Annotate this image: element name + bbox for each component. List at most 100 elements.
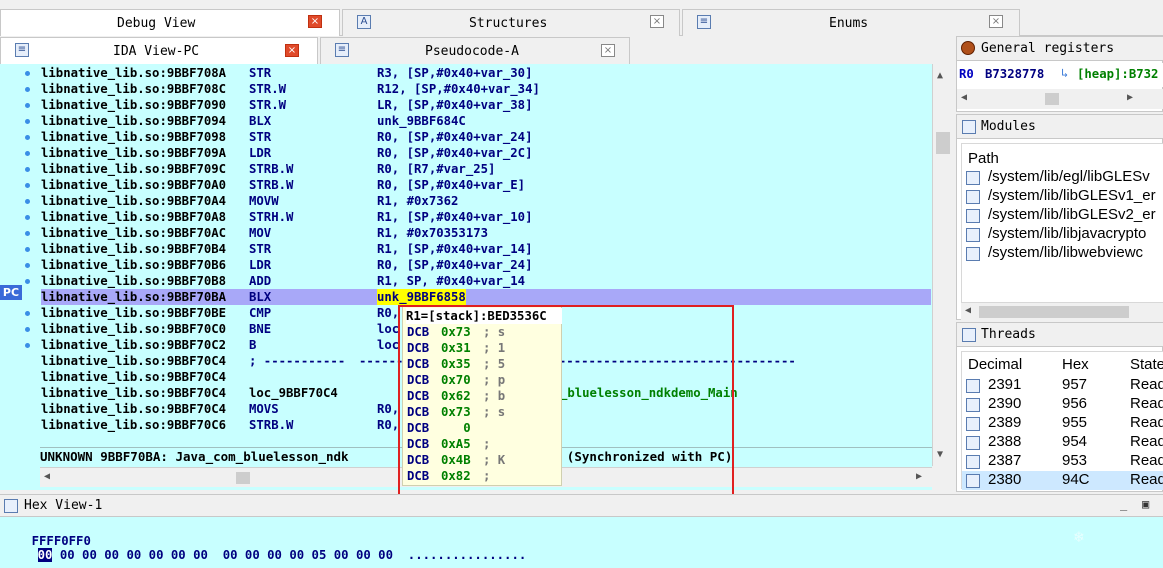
scroll-thumb[interactable] xyxy=(1045,93,1059,105)
thread-hex[interactable]: 953 xyxy=(1062,452,1087,469)
column-header-state[interactable]: State xyxy=(1130,356,1163,373)
thread-hex[interactable]: 954 xyxy=(1062,433,1087,450)
breakpoint-dot-icon[interactable] xyxy=(25,71,30,76)
module-path[interactable]: /system/lib/libwebviewc xyxy=(988,244,1143,261)
breakpoint-dot-icon[interactable] xyxy=(25,103,30,108)
close-icon[interactable]: × xyxy=(601,44,615,57)
threads-table[interactable]: Decimal Hex State 2391 957 Read 2390 956 Read… xyxy=(961,351,1163,490)
thread-dec[interactable]: 2387 xyxy=(988,452,1021,469)
disasm-operands[interactable]: R0, [R7,#var_25] xyxy=(377,161,495,177)
disasm-operands[interactable]: R0, [SP,#0x40+var_24] xyxy=(377,129,532,145)
scroll-left-icon[interactable]: ◀ xyxy=(965,305,971,316)
disasm-operands[interactable]: LR, [SP,#0x40+var_38] xyxy=(377,97,532,113)
disasm-operands[interactable]: unk_9BBF6858 xyxy=(377,289,466,305)
close-icon[interactable]: × xyxy=(989,15,1003,28)
disasm-operands[interactable]: R0, [SP,#0x40+var_E] xyxy=(377,177,525,193)
column-header-decimal[interactable]: Decimal xyxy=(968,356,1022,373)
disasm-operands[interactable]: R1, #0x7362 xyxy=(377,193,458,209)
thread-state[interactable]: Read xyxy=(1130,414,1163,431)
disasm-operands[interactable]: R12, [SP,#0x40+var_34] xyxy=(377,81,540,97)
scroll-thumb[interactable] xyxy=(936,132,950,154)
close-icon[interactable]: × xyxy=(308,15,322,28)
thread-state[interactable]: Read xyxy=(1130,376,1163,393)
disasm-operands[interactable]: R1, [SP,#0x40+var_10] xyxy=(377,209,532,225)
thread-dec[interactable]: 2391 xyxy=(988,376,1021,393)
disasm-operands[interactable]: R1, #0x70353173 xyxy=(377,225,488,241)
thread-dec[interactable]: 2380 xyxy=(988,471,1021,488)
tab-ida-view-pc[interactable]: ≡ IDA View-PC × xyxy=(0,37,318,64)
disasm-operands[interactable]: R0, xyxy=(377,401,399,417)
breakpoint-dot-icon[interactable] xyxy=(25,135,30,140)
module-path[interactable]: /system/lib/libGLESv2_er xyxy=(988,206,1156,223)
disasm-operands[interactable]: R0, xyxy=(377,417,399,433)
breakpoint-dot-icon[interactable] xyxy=(25,87,30,92)
disasm-operands[interactable]: R3, [SP,#0x40+var_30] xyxy=(377,65,532,81)
minimize-icon[interactable]: _ xyxy=(1120,497,1127,511)
thread-state[interactable]: Read xyxy=(1130,452,1163,469)
module-path[interactable]: /system/lib/libjavacrypto xyxy=(988,225,1146,242)
breakpoint-dot-icon[interactable] xyxy=(25,119,30,124)
thread-state[interactable]: Read xyxy=(1130,433,1163,450)
breakpoint-dot-icon[interactable] xyxy=(25,263,30,268)
breakpoint-dot-icon[interactable] xyxy=(25,311,30,316)
breakpoint-dot-icon[interactable] xyxy=(25,247,30,252)
disasm-vertical-scrollbar[interactable]: ▲ ▼ xyxy=(932,64,953,466)
register-target[interactable]: [heap]:B732 xyxy=(1077,67,1158,81)
scroll-left-icon[interactable]: ◀ xyxy=(961,92,967,103)
thread-hex[interactable]: 94C xyxy=(1062,471,1090,488)
hex-cursor-byte[interactable]: 00 xyxy=(37,548,53,562)
scroll-down-icon[interactable]: ▼ xyxy=(937,449,943,460)
tab-enums[interactable]: ≡ Enums × xyxy=(682,9,1020,36)
disasm-operands[interactable]: R0, xyxy=(377,305,399,321)
thread-hex[interactable]: 955 xyxy=(1062,414,1087,431)
close-icon[interactable]: × xyxy=(650,15,664,28)
breakpoint-dot-icon[interactable] xyxy=(25,279,30,284)
disasm-operands[interactable]: R0, [SP,#0x40+var_2C] xyxy=(377,145,532,161)
modules-list[interactable]: Path /system/lib/egl/libGLESv/system/lib… xyxy=(961,143,1163,303)
thread-state[interactable]: Read xyxy=(1130,471,1163,488)
disasm-mnemonic: LDR xyxy=(249,258,272,272)
tab-debug-view[interactable]: Debug View × xyxy=(0,9,340,36)
thread-dec[interactable]: 2390 xyxy=(988,395,1021,412)
scroll-right-icon[interactable]: ▶ xyxy=(916,471,922,482)
modules-hscrollbar[interactable]: ◀ xyxy=(961,303,1163,321)
registers-hscrollbar[interactable]: ◀ ▶ xyxy=(957,89,1163,109)
register-row[interactable]: R0 B7328778 ↳ [heap]:B732 xyxy=(957,63,1163,87)
disasm-operands[interactable]: R1, SP, #0x40+var_14 xyxy=(377,273,525,289)
breakpoint-dot-icon[interactable] xyxy=(25,327,30,332)
disasm-operands[interactable]: R0, [SP,#0x40+var_24] xyxy=(377,257,532,273)
thread-hex[interactable]: 957 xyxy=(1062,376,1087,393)
breakpoint-dot-icon[interactable] xyxy=(25,231,30,236)
restore-icon[interactable]: ▣ xyxy=(1142,497,1149,511)
column-header-hex[interactable]: Hex xyxy=(1062,356,1089,373)
module-icon xyxy=(966,247,980,261)
thread-hex[interactable]: 956 xyxy=(1062,395,1087,412)
hex-view[interactable]: FFFF0FF0 00 00 00 00 00 00 00 00 00 00 0… xyxy=(0,517,1163,568)
disasm-operands[interactable]: loc xyxy=(377,321,399,337)
breakpoint-dot-icon[interactable] xyxy=(25,199,30,204)
scroll-up-icon[interactable]: ▲ xyxy=(937,70,943,81)
breakpoint-dot-icon[interactable] xyxy=(25,151,30,156)
thread-dec[interactable]: 2389 xyxy=(988,414,1021,431)
tab-structures[interactable]: A Structures × xyxy=(342,9,680,36)
close-icon[interactable]: × xyxy=(285,44,299,57)
disasm-operands[interactable]: loc xyxy=(377,337,399,353)
scroll-left-icon[interactable]: ◀ xyxy=(44,471,50,482)
breakpoint-dot-icon[interactable] xyxy=(25,183,30,188)
module-path[interactable]: /system/lib/libGLESv1_er xyxy=(988,187,1156,204)
breakpoint-dot-icon[interactable] xyxy=(25,343,30,348)
scroll-thumb[interactable] xyxy=(979,306,1129,318)
column-header-path[interactable]: Path xyxy=(968,150,999,167)
scroll-thumb[interactable] xyxy=(236,472,250,484)
scroll-right-icon[interactable]: ▶ xyxy=(1127,92,1133,103)
thread-dec[interactable]: 2388 xyxy=(988,433,1021,450)
register-value: B7328778 xyxy=(985,67,1045,81)
module-icon xyxy=(966,209,980,223)
breakpoint-dot-icon[interactable] xyxy=(25,167,30,172)
breakpoint-dot-icon[interactable] xyxy=(25,215,30,220)
disasm-operands[interactable]: R1, [SP,#0x40+var_14] xyxy=(377,241,532,257)
tab-pseudocode-a[interactable]: ≡ Pseudocode-A × xyxy=(320,37,630,64)
disasm-operands[interactable]: unk_9BBF684C xyxy=(377,113,466,129)
thread-state[interactable]: Read xyxy=(1130,395,1163,412)
module-path[interactable]: /system/lib/egl/libGLESv xyxy=(988,168,1150,185)
